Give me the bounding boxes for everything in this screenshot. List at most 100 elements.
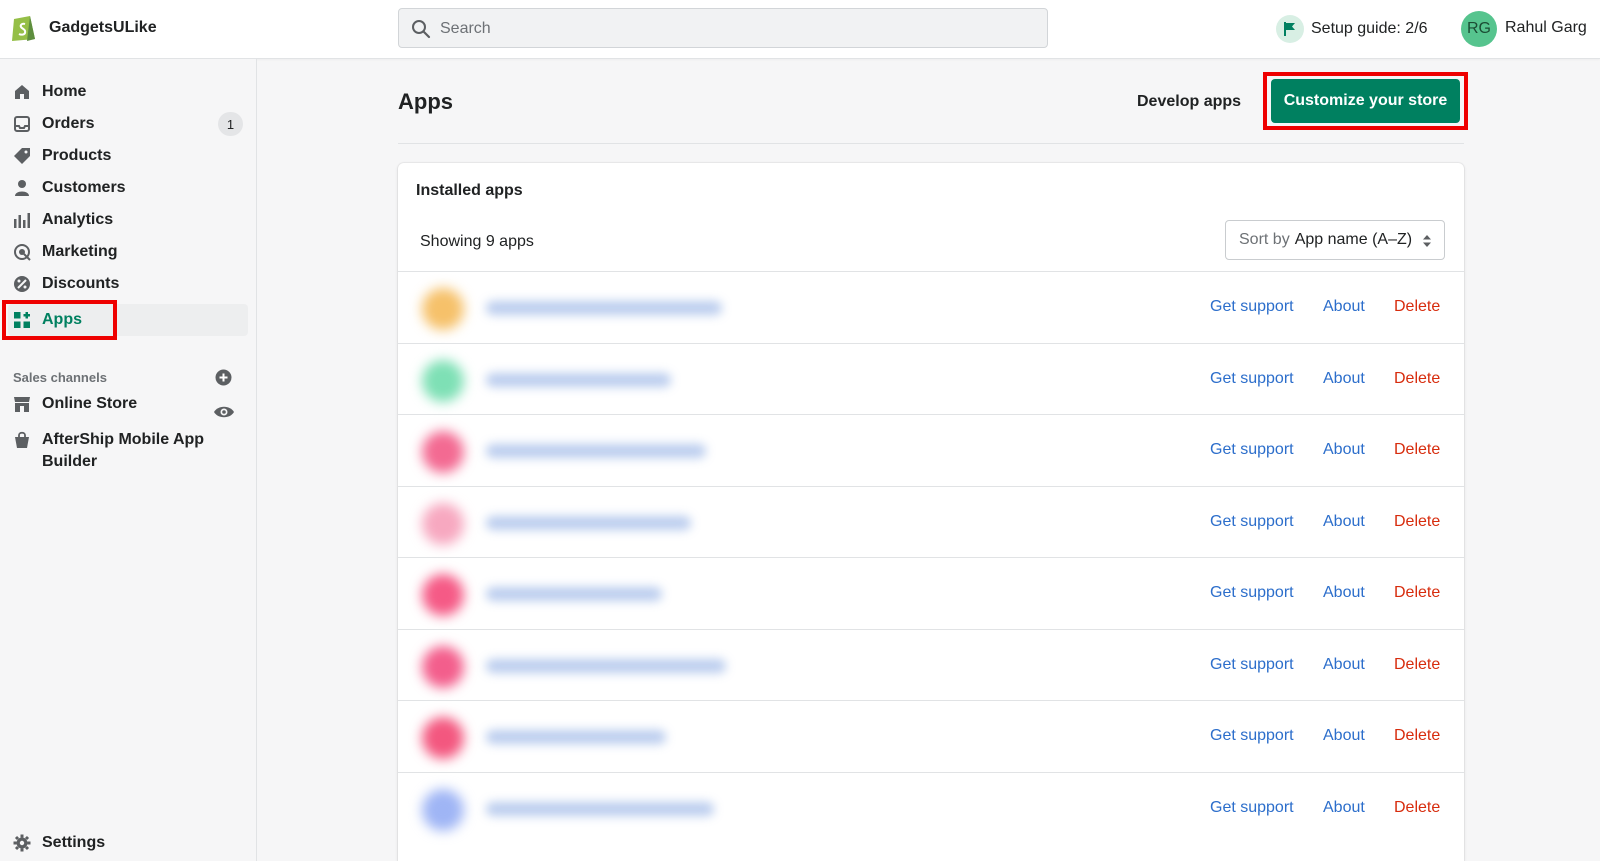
app-row: Get support About Delete [398, 700, 1464, 773]
customize-store-button[interactable]: Customize your store [1271, 79, 1460, 123]
user-name[interactable]: Rahul Garg [1505, 19, 1587, 37]
sidebar-item-label: Discounts [42, 275, 120, 292]
app-row: Get support About Delete [398, 271, 1464, 344]
tag-icon [14, 148, 30, 164]
flag-icon [1276, 15, 1304, 43]
get-support-button[interactable]: Get support [1210, 727, 1294, 745]
app-icon [422, 359, 464, 402]
avatar[interactable]: RG [1461, 11, 1497, 47]
about-button[interactable]: About [1323, 513, 1365, 531]
store-name[interactable]: GadgetsULike [49, 19, 157, 37]
delete-button[interactable]: Delete [1394, 513, 1440, 531]
about-button[interactable]: About [1323, 370, 1365, 388]
app-name-redacted[interactable] [486, 515, 691, 530]
app-row: Get support About Delete [398, 557, 1464, 630]
app-name-redacted[interactable] [486, 801, 714, 816]
add-channel-icon[interactable] [215, 369, 232, 386]
orders-icon [14, 116, 30, 132]
setup-guide-label: Setup guide: 2/6 [1311, 20, 1428, 37]
sort-prefix: Sort by [1239, 231, 1290, 248]
sidebar-item-label: Orders [42, 115, 95, 132]
app-name-redacted[interactable] [486, 730, 666, 744]
get-support-button[interactable]: Get support [1210, 441, 1294, 459]
get-support-button[interactable]: Get support [1210, 584, 1294, 602]
app-name-redacted[interactable] [486, 372, 671, 387]
sidebar-item-label: AfterShip Mobile App Builder [42, 429, 204, 473]
page-title: Apps [398, 89, 453, 114]
app-icon [422, 502, 464, 545]
bar-chart-icon [14, 213, 30, 228]
sidebar-item-settings[interactable]: Settings [0, 827, 257, 859]
app-name-redacted[interactable] [486, 444, 706, 458]
top-bar: GadgetsULike Search Setup guide: 2/6 RG … [0, 0, 1600, 59]
delete-button[interactable]: Delete [1394, 799, 1440, 817]
sort-value: App name (A–Z) [1294, 231, 1413, 248]
apps-count-label: Showing 9 apps [420, 233, 534, 250]
search-input[interactable]: Search [398, 8, 1048, 48]
app-icon [422, 645, 464, 688]
delete-button[interactable]: Delete [1394, 298, 1440, 316]
get-support-button[interactable]: Get support [1210, 656, 1294, 674]
get-support-button[interactable]: Get support [1210, 513, 1294, 531]
gear-icon [13, 834, 31, 852]
sidebar-item-label: Settings [42, 834, 106, 851]
delete-button[interactable]: Delete [1394, 370, 1440, 388]
sidebar-item-products[interactable]: Products [0, 140, 257, 172]
app-name-redacted[interactable] [486, 587, 662, 601]
apps-annotation-highlight [2, 300, 117, 340]
target-icon [14, 244, 31, 261]
app-icon [422, 431, 464, 473]
about-button[interactable]: About [1323, 298, 1365, 316]
sidebar-item-label: Home [42, 83, 87, 100]
about-button[interactable]: About [1323, 441, 1365, 459]
app-icon [422, 717, 464, 759]
label-line-2: Builder [42, 453, 98, 470]
sales-channels-heading: Sales channels [13, 370, 107, 385]
about-button[interactable]: About [1323, 727, 1365, 745]
sidebar-item-label: Online Store [42, 395, 138, 412]
discount-icon [14, 276, 30, 292]
app-name-redacted[interactable] [486, 301, 722, 315]
delete-button[interactable]: Delete [1394, 584, 1440, 602]
app-row: Get support About Delete [398, 628, 1464, 702]
app-row: Get support About Delete [398, 771, 1464, 845]
sidebar-item-home[interactable]: Home [0, 76, 257, 108]
sidebar-item-aftership[interactable]: AfterShip Mobile App Builder [0, 425, 257, 475]
bag-icon [15, 431, 29, 448]
sidebar-item-analytics[interactable]: Analytics [0, 204, 257, 236]
sidebar-item-label: Analytics [42, 211, 114, 228]
divider [398, 143, 1464, 144]
sidebar-item-customers[interactable]: Customers [0, 172, 257, 204]
view-eye-icon[interactable] [213, 404, 235, 420]
about-button[interactable]: About [1323, 584, 1365, 602]
get-support-button[interactable]: Get support [1210, 298, 1294, 316]
card-title: Installed apps [416, 182, 523, 199]
delete-button[interactable]: Delete [1394, 441, 1440, 459]
label-line-1: AfterShip Mobile App [42, 431, 205, 448]
get-support-button[interactable]: Get support [1210, 370, 1294, 388]
about-button[interactable]: About [1323, 656, 1365, 674]
select-arrows-icon [1423, 235, 1431, 247]
delete-button[interactable]: Delete [1394, 656, 1440, 674]
shopify-logo-icon[interactable] [10, 12, 38, 42]
sidebar-item-marketing[interactable]: Marketing [0, 236, 257, 268]
sidebar-item-label: Products [42, 147, 112, 164]
sort-select[interactable]: Sort by App name (A–Z) [1225, 220, 1445, 260]
delete-button[interactable]: Delete [1394, 727, 1440, 745]
setup-guide-button[interactable]: Setup guide: 2/6 [1276, 14, 1428, 44]
sidebar-item-label: Customers [42, 179, 126, 196]
app-row: Get support About Delete [398, 485, 1464, 559]
sidebar-item-orders[interactable]: Orders 1 [0, 108, 257, 140]
app-row: Get support About Delete [398, 414, 1464, 487]
store-icon [14, 397, 30, 412]
develop-apps-button[interactable]: Develop apps [1137, 93, 1241, 111]
search-icon [412, 20, 431, 39]
about-button[interactable]: About [1323, 799, 1365, 817]
installed-apps-card: Installed apps Showing 9 apps Sort by Ap… [398, 163, 1464, 861]
app-icon [422, 788, 464, 831]
get-support-button[interactable]: Get support [1210, 799, 1294, 817]
app-icon [422, 574, 464, 616]
home-icon [15, 85, 29, 99]
app-name-redacted[interactable] [486, 658, 726, 673]
sidebar-item-discounts[interactable]: Discounts [0, 268, 257, 300]
